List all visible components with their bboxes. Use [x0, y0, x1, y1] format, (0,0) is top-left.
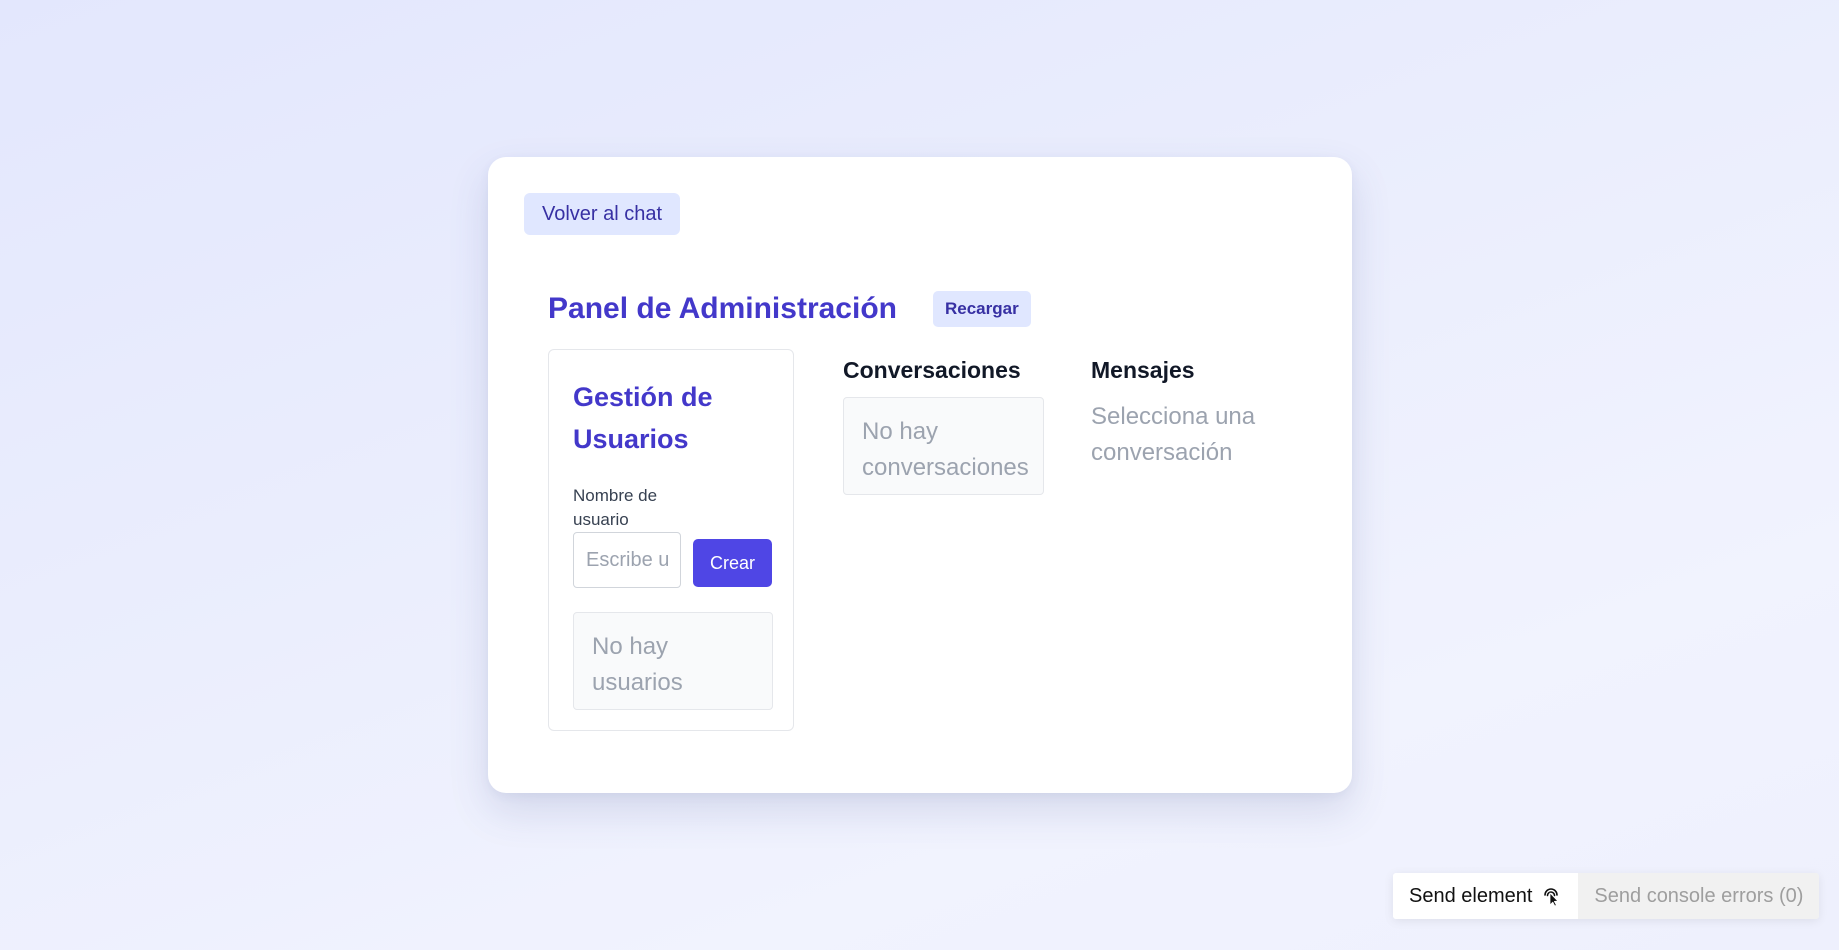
- admin-card: Volver al chat Panel de Administración R…: [488, 157, 1352, 793]
- messages-title: Mensajes: [1091, 357, 1195, 383]
- conversations-title: Conversaciones: [843, 357, 1021, 383]
- user-management-title: Gestión de Usuarios: [573, 382, 713, 454]
- user-management-panel: Gestión de Usuarios Nombre de usuario Cr…: [548, 349, 794, 731]
- dev-toolbar: Send element Send console errors (0): [1393, 873, 1820, 919]
- conversations-empty-state: No hay conversaciones: [843, 397, 1044, 495]
- reload-button[interactable]: Recargar: [932, 291, 1031, 327]
- create-user-button[interactable]: Crear: [693, 539, 772, 587]
- users-empty-state: No hay usuarios: [573, 612, 773, 710]
- messages-placeholder: Selecciona una conversación: [1091, 403, 1256, 466]
- page-title: Panel de Administración: [548, 292, 897, 325]
- username-label: Nombre de usuario: [573, 486, 658, 529]
- send-console-errors-button[interactable]: Send console errors (0): [1578, 873, 1820, 919]
- send-element-button[interactable]: Send element: [1393, 873, 1579, 919]
- send-element-label: Send element: [1409, 884, 1533, 907]
- username-input[interactable]: [573, 532, 681, 588]
- back-to-chat-button[interactable]: Volver al chat: [524, 193, 681, 235]
- pointer-cursor-icon: [1544, 888, 1559, 907]
- admin-header: Panel de Administración Recargar: [548, 285, 1031, 333]
